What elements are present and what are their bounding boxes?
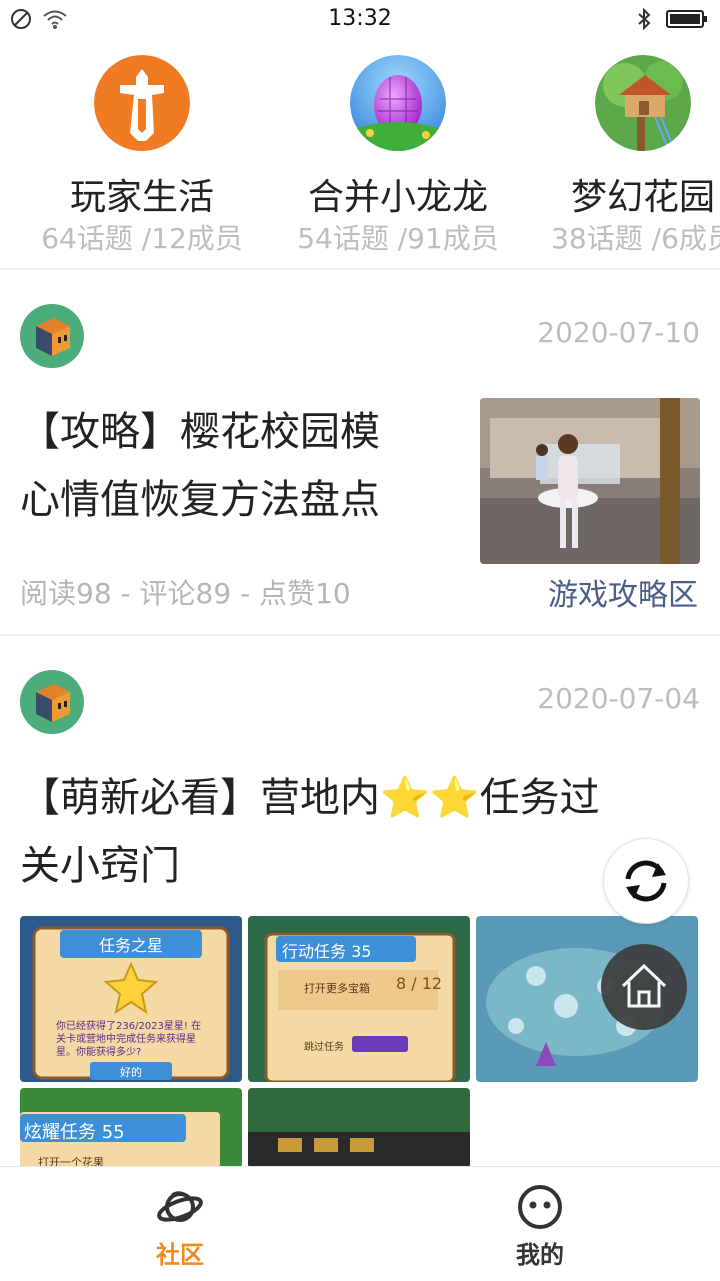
image-caption: 任务之星: [98, 936, 163, 955]
post-title-line: 关小窍门: [20, 843, 180, 889]
community-name: 梦幻花园: [570, 177, 715, 218]
image-text: 你已经获得了236/2023星星! 在关卡或营地中完成任务来获得星星。你能获得多…: [56, 1021, 202, 1058]
home-icon: [621, 963, 667, 1008]
post-title-line: 【萌新必看】营地内⭐⭐任务过: [20, 775, 600, 821]
avatar[interactable]: [20, 670, 84, 734]
image-value: 8 / 12: [396, 974, 443, 993]
tab-mine[interactable]: 我的: [360, 1167, 720, 1281]
home-button[interactable]: [601, 944, 687, 1030]
post-image[interactable]: 任务之星 你已经获得了236/2023星星! 在关卡或营地中完成任务来获得星星。…: [20, 916, 242, 1082]
tab-label: 我的: [516, 1241, 564, 1269]
tab-label: 社区: [156, 1241, 204, 1269]
avatar[interactable]: [20, 304, 84, 368]
post-image[interactable]: [248, 1088, 470, 1168]
refresh-button[interactable]: [603, 838, 689, 924]
image-text: 打开更多宝箱: [304, 982, 370, 995]
community-stats: 38话题 /6成员: [551, 222, 720, 255]
image-caption: 炫耀任务 55: [24, 1122, 125, 1143]
community-logo-treehouse: [595, 55, 691, 151]
status-time: 13:32: [328, 6, 392, 31]
post-date: 2020-07-10: [537, 316, 700, 349]
post-image[interactable]: 炫耀任务 55 打开一个花果: [20, 1088, 242, 1168]
community-logo-player-life: [94, 55, 190, 151]
refresh-icon: [625, 860, 667, 902]
community-stats: 54话题 /91成员: [297, 222, 499, 255]
post-thumbnail[interactable]: [480, 398, 700, 564]
community-carousel[interactable]: 玩家生活 64话题 /12成员 合并小龙龙 54话题 /91成员 梦幻花园 38…: [0, 50, 720, 268]
image-caption: 行动任务 35: [282, 942, 372, 961]
post-title-line: 【攻略】樱花校园模: [20, 409, 380, 455]
divider: [0, 634, 720, 636]
post-title-line: 心情值恢复方法盘点: [20, 477, 380, 523]
community-card[interactable]: 梦幻花园 38话题 /6成员: [518, 50, 720, 257]
community-stats: 64话题 /12成员: [41, 222, 243, 255]
community-logo-dragon-egg: [350, 55, 446, 151]
post-meta: 阅读98 - 评论89 - 点赞10: [20, 577, 351, 610]
community-card[interactable]: 合并小龙龙 54话题 /91成员: [273, 50, 523, 257]
planet-icon: [157, 1191, 203, 1222]
post-category-link[interactable]: 游戏攻略区: [548, 570, 698, 614]
bluetooth-icon: [638, 8, 651, 30]
post-title[interactable]: 【攻略】樱花校园模 心情值恢复方法盘点: [20, 398, 380, 534]
smiley-face-icon: [518, 1185, 562, 1229]
bottom-nav: 社区 我的: [0, 1166, 720, 1281]
divider: [0, 268, 720, 270]
image-button-label: 好的: [120, 1066, 142, 1079]
community-card[interactable]: 玩家生活 64话题 /12成员: [17, 50, 267, 257]
post-date: 2020-07-04: [537, 682, 700, 715]
post-image[interactable]: 行动任务 35 打开更多宝箱 8 / 12 跳过任务: [248, 916, 470, 1082]
tab-community[interactable]: 社区: [0, 1167, 360, 1281]
post-title[interactable]: 【萌新必看】营地内⭐⭐任务过 关小窍门: [20, 764, 700, 900]
battery-icon: [666, 10, 707, 28]
image-button-label: 跳过任务: [304, 1042, 344, 1053]
status-bar: 13:32: [0, 0, 720, 40]
community-name: 合并小龙龙: [307, 177, 488, 218]
community-name: 玩家生活: [69, 177, 214, 218]
